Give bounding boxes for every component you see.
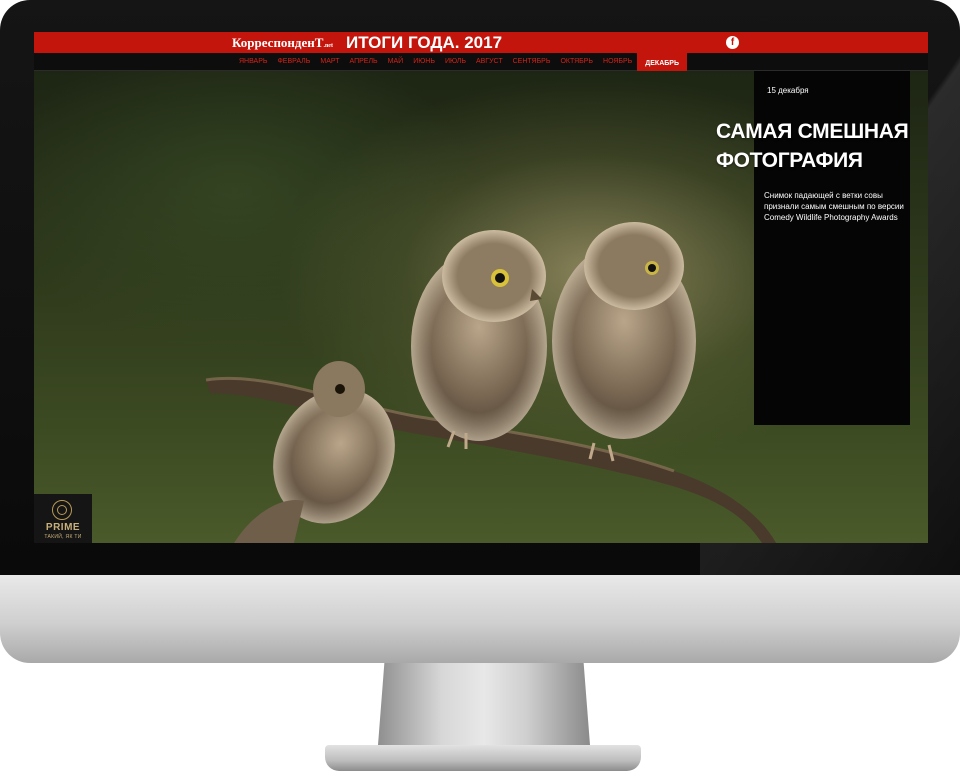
month-tab-9[interactable]: СЕНТЯБРЬ bbox=[508, 53, 556, 70]
site-header: КорреспонденТ.net ИТОГИ ГОДА. 2017 f bbox=[34, 32, 928, 53]
month-tab-11[interactable]: НОЯБРЬ bbox=[598, 53, 637, 70]
prime-tagline: ТАКИЙ, ЯК ТИ bbox=[44, 534, 82, 540]
month-tab-3[interactable]: МАРТ bbox=[315, 53, 344, 70]
prime-name: PRIME bbox=[45, 522, 81, 533]
monitor-chin bbox=[0, 575, 960, 663]
prime-emblem-icon bbox=[52, 500, 72, 520]
story-headline: САМАЯ СМЕШНАЯ ФОТОГРАФИЯ bbox=[716, 117, 928, 175]
screen: КорреспонденТ.net ИТОГИ ГОДА. 2017 f ЯНВ… bbox=[34, 32, 928, 543]
month-tab-7[interactable]: ИЮЛЬ bbox=[440, 53, 471, 70]
month-tab-10[interactable]: ОКТЯБРЬ bbox=[555, 53, 598, 70]
month-list: ЯНВАРЬ ФЕВРАЛЬ МАРТ АПРЕЛЬ МАЙ ИЮНЬ ИЮЛЬ АВГУСТ… bbox=[234, 53, 687, 74]
month-tab-6[interactable]: ИЮНЬ bbox=[408, 53, 440, 70]
logo-text: КорреспонденТ bbox=[232, 35, 324, 50]
story-date: 15 декабря bbox=[767, 86, 809, 95]
story-description: Снимок падающей с ветки совы признали са… bbox=[764, 191, 904, 222]
headline-line-2: ФОТОГРАФИЯ bbox=[716, 149, 863, 172]
month-tab-1[interactable]: ЯНВАРЬ bbox=[234, 53, 272, 70]
month-tab-2[interactable]: ФЕВРАЛЬ bbox=[272, 53, 315, 70]
month-tab-8[interactable]: АВГУСТ bbox=[471, 53, 508, 70]
month-tab-5[interactable]: МАЙ bbox=[383, 53, 409, 70]
page-title: ИТОГИ ГОДА. 2017 bbox=[346, 33, 503, 52]
monitor-stand-foot bbox=[325, 745, 641, 771]
site-logo[interactable]: КорреспонденТ.net bbox=[232, 36, 333, 53]
monitor-stand-neck bbox=[378, 663, 590, 745]
prime-badge[interactable]: PRIME ТАКИЙ, ЯК ТИ bbox=[34, 494, 92, 543]
headline-line-1: САМАЯ СМЕШНАЯ bbox=[716, 120, 909, 143]
month-navigation: ЯНВАРЬ ФЕВРАЛЬ МАРТ АПРЕЛЬ МАЙ ИЮНЬ ИЮЛЬ АВГУСТ… bbox=[34, 53, 928, 74]
logo-suffix: .net bbox=[323, 43, 333, 49]
month-tab-4[interactable]: АПРЕЛЬ bbox=[345, 53, 383, 70]
facebook-icon[interactable]: f bbox=[726, 36, 739, 49]
